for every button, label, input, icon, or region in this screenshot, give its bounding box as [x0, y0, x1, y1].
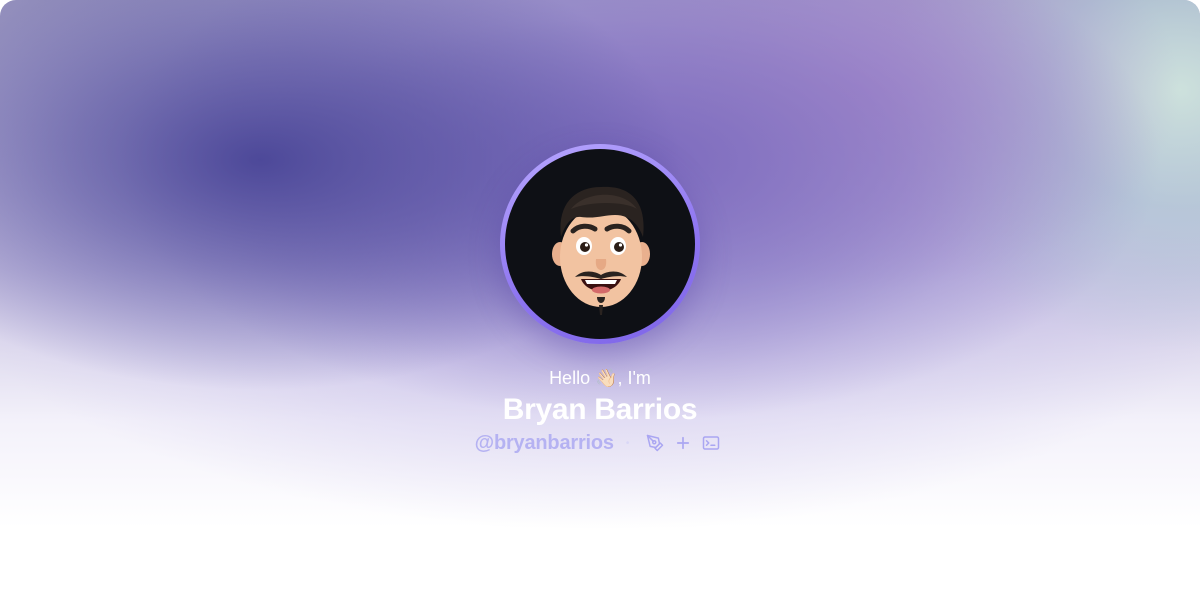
pen-nib-icon[interactable]	[644, 432, 666, 454]
memoji-illustration	[552, 186, 650, 315]
meta-row: @bryanbarrios •	[0, 430, 1200, 456]
avatar	[505, 149, 695, 339]
greeting-text: Hello 👋🏻, I'm	[549, 368, 651, 388]
handle-link[interactable]: @bryanbarrios	[475, 432, 614, 455]
separator-dot: •	[625, 437, 630, 449]
profile-name: Bryan Barrios	[502, 393, 698, 426]
plus-icon[interactable]	[672, 432, 694, 454]
avatar-ring	[500, 144, 700, 344]
terminal-icon[interactable]	[700, 432, 722, 454]
profile-card: Hello 👋🏻, I'm Bryan Barrios @bryanbarrio…	[0, 0, 1200, 600]
